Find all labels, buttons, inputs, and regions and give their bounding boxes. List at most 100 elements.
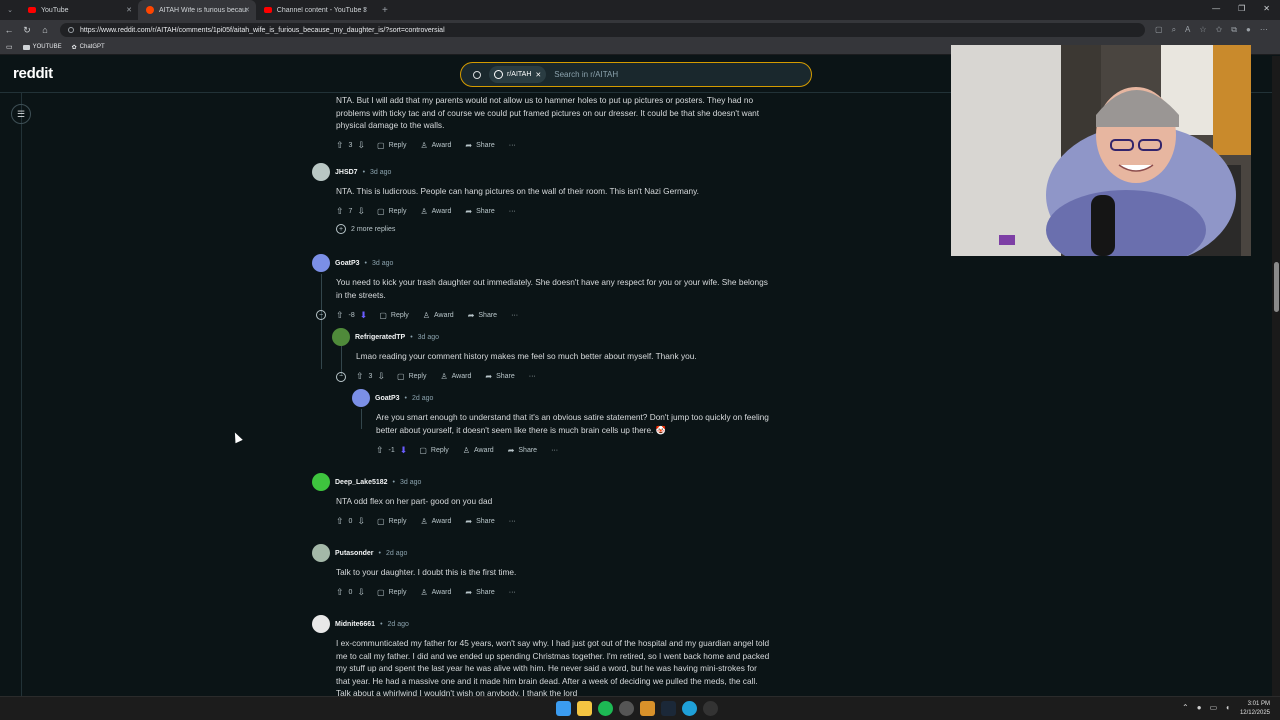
close-tab-icon[interactable]: ✕: [244, 6, 250, 14]
more-options-icon[interactable]: ···: [511, 312, 518, 319]
share-button[interactable]: ➦ Share: [465, 207, 494, 216]
comment-time[interactable]: 3d ago: [400, 479, 421, 486]
reply-button[interactable]: ▢ Reply: [377, 207, 406, 216]
award-button[interactable]: ♙ Award: [463, 446, 494, 455]
hamburger-menu-icon[interactable]: ☰: [11, 104, 31, 124]
downvote-icon[interactable]: ⇩: [357, 587, 365, 598]
new-tab-icon[interactable]: +: [382, 5, 388, 16]
more-options-icon[interactable]: ···: [509, 589, 516, 596]
file-explorer-icon[interactable]: [577, 701, 592, 716]
comment-author[interactable]: RefrigeratedTP: [355, 334, 405, 341]
apps-icon[interactable]: ▭: [6, 43, 13, 51]
avatar[interactable]: [312, 615, 330, 633]
bookmark-youtube[interactable]: YOUTUBE: [22, 44, 62, 50]
app-icon[interactable]: [640, 701, 655, 716]
close-window-icon[interactable]: ✕: [1263, 4, 1270, 13]
avatar[interactable]: [332, 328, 350, 346]
favorite-icon[interactable]: ☆: [1199, 25, 1206, 35]
address-bar[interactable]: https://www.reddit.com/r/AITAH/comments/…: [60, 23, 1145, 37]
downvote-icon[interactable]: ⬇: [360, 310, 368, 321]
comment-time[interactable]: 3d ago: [372, 260, 393, 267]
reply-button[interactable]: ▢ Reply: [377, 141, 406, 150]
reply-button[interactable]: ▢ Reply: [379, 311, 408, 320]
comment-author[interactable]: Midnite6661: [335, 621, 375, 628]
obs-studio-icon[interactable]: [703, 701, 718, 716]
close-tab-icon[interactable]: ✕: [126, 6, 132, 14]
maximize-icon[interactable]: ❐: [1238, 4, 1245, 13]
downvote-icon[interactable]: ⇩: [377, 371, 385, 382]
obs-icon[interactable]: [619, 701, 634, 716]
tab-youtube-studio[interactable]: Channel content - YouTube Studio ✕: [256, 0, 374, 20]
minimize-icon[interactable]: —: [1212, 4, 1220, 13]
share-button[interactable]: ➦ Share: [468, 311, 497, 320]
profile-icon[interactable]: ●: [1246, 25, 1251, 35]
more-replies-button[interactable]: + 2 more replies: [336, 224, 395, 234]
menu-icon[interactable]: ⋯: [1260, 25, 1268, 35]
home-icon[interactable]: ⌂: [36, 25, 54, 35]
more-options-icon[interactable]: ···: [529, 373, 536, 380]
site-info-icon[interactable]: [68, 27, 74, 33]
network-icon[interactable]: ▭: [1210, 703, 1218, 712]
reply-button[interactable]: ▢ Reply: [397, 372, 426, 381]
reddit-logo[interactable]: reddit: [13, 65, 53, 82]
share-button[interactable]: ➦ Share: [465, 588, 494, 597]
reply-button[interactable]: ▢ Reply: [377, 517, 406, 526]
upvote-icon[interactable]: ⇧: [336, 310, 344, 321]
collections-icon[interactable]: ⧉: [1231, 25, 1237, 35]
tab-search-icon[interactable]: ⌄: [0, 6, 20, 14]
comment-time[interactable]: 3d ago: [370, 169, 391, 176]
taskbar-clock[interactable]: 3:01 PM 12/12/2025: [1240, 700, 1270, 718]
more-options-icon[interactable]: ···: [509, 142, 516, 149]
avatar[interactable]: [312, 254, 330, 272]
avatar[interactable]: [312, 163, 330, 181]
share-button[interactable]: ➦ Share: [508, 446, 537, 455]
tab-youtube[interactable]: YouTube ✕: [20, 0, 138, 20]
downvote-icon[interactable]: ⇩: [357, 516, 365, 527]
more-options-icon[interactable]: ···: [509, 208, 516, 215]
bookmark-chatgpt[interactable]: ✿ ChatGPT: [72, 44, 105, 51]
subreddit-chip[interactable]: r/AITAH ✕: [489, 66, 547, 83]
share-button[interactable]: ➦ Share: [465, 517, 494, 526]
comment-time[interactable]: 3d ago: [418, 334, 439, 341]
upvote-icon[interactable]: ⇧: [376, 445, 384, 456]
award-button[interactable]: ♙ Award: [440, 372, 471, 381]
scrollbar-thumb[interactable]: [1274, 262, 1279, 312]
more-options-icon[interactable]: ···: [551, 447, 558, 454]
read-aloud-icon[interactable]: A: [1185, 25, 1190, 35]
upvote-icon[interactable]: ⇧: [356, 371, 364, 382]
page-scrollbar[interactable]: [1272, 56, 1280, 696]
award-button[interactable]: ♙ Award: [420, 207, 451, 216]
microphone-icon[interactable]: ●: [1197, 703, 1202, 712]
edge-icon[interactable]: [682, 701, 697, 716]
award-button[interactable]: ♙ Award: [420, 141, 451, 150]
steam-icon[interactable]: [661, 701, 676, 716]
search-input[interactable]: Search in r/AITAH: [554, 70, 618, 79]
windows-start-icon[interactable]: [556, 701, 571, 716]
upvote-icon[interactable]: ⇧: [336, 206, 344, 217]
comment-author[interactable]: GoatP3: [375, 395, 400, 402]
downvote-icon[interactable]: ⇩: [357, 206, 365, 217]
upvote-icon[interactable]: ⇧: [336, 140, 344, 151]
comment-time[interactable]: 2d ago: [386, 550, 407, 557]
downvote-icon[interactable]: ⬇: [400, 445, 408, 456]
downvote-icon[interactable]: ⇩: [357, 140, 365, 151]
more-options-icon[interactable]: ···: [509, 518, 516, 525]
avatar[interactable]: [352, 389, 370, 407]
screenshot-icon[interactable]: ▢: [1155, 25, 1163, 35]
collapse-thread-icon[interactable]: −: [316, 310, 326, 320]
reload-icon[interactable]: ↻: [18, 25, 36, 36]
comment-author[interactable]: JHSD7: [335, 169, 358, 176]
reply-button[interactable]: ▢ Reply: [419, 446, 448, 455]
share-button[interactable]: ➦ Share: [465, 141, 494, 150]
share-button[interactable]: ➦ Share: [485, 372, 514, 381]
close-tab-icon[interactable]: ✕: [362, 6, 368, 14]
remove-chip-icon[interactable]: ✕: [535, 71, 541, 79]
award-button[interactable]: ♙ Award: [423, 311, 454, 320]
comment-time[interactable]: 2d ago: [388, 621, 409, 628]
comment-time[interactable]: 2d ago: [412, 395, 433, 402]
volume-icon[interactable]: ◖: [1225, 703, 1230, 712]
reply-button[interactable]: ▢ Reply: [377, 588, 406, 597]
favorites-icon[interactable]: ✩: [1216, 25, 1223, 35]
spotify-icon[interactable]: [598, 701, 613, 716]
upvote-icon[interactable]: ⇧: [336, 587, 344, 598]
